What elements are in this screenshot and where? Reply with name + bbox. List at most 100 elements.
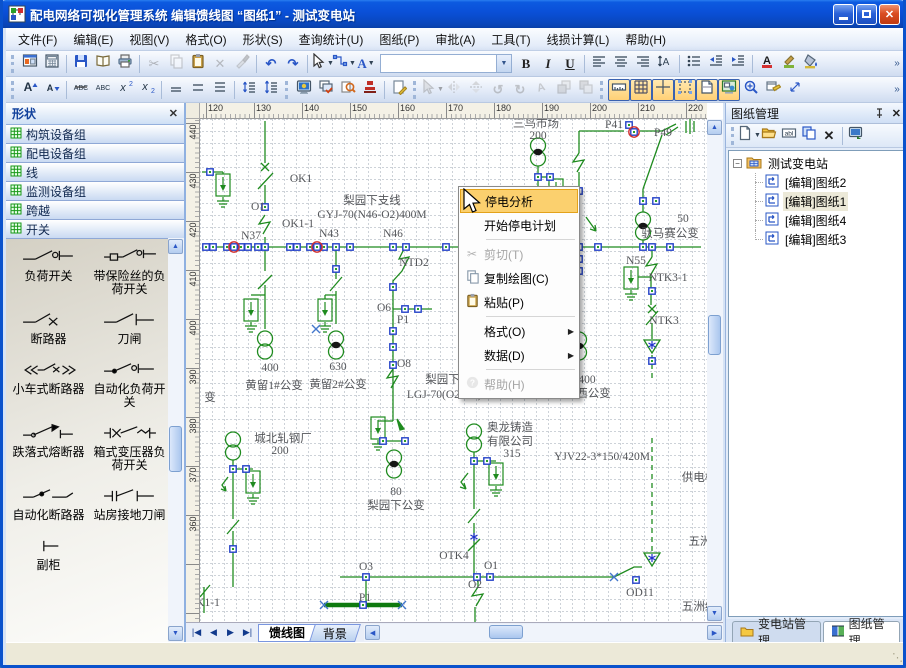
paste-button[interactable] [187,53,209,75]
undo-button[interactable]: ↶ [260,53,282,75]
page-setup-button[interactable] [696,79,718,101]
open-button[interactable] [92,53,114,75]
zoom-button[interactable] [740,79,762,101]
shape-item-sw-dropout-fuse[interactable]: 跌落式熔断器 [8,423,89,472]
toolbar-grip[interactable] [11,55,16,73]
tree-root-substation[interactable]: −测试变电站 [731,154,901,173]
text-tool-button[interactable]: A▼ [355,53,377,75]
rotate-left-button[interactable]: ↺ [487,79,509,101]
ctx-help[interactable]: ?帮助(H) [460,372,578,396]
edit-note-button[interactable] [388,79,410,101]
tab-drawing-manage[interactable]: 图纸管理 [823,621,900,642]
ruler-toggle-button[interactable] [608,79,630,101]
bring-front-button[interactable] [553,79,575,101]
fill-color-button[interactable] [800,53,822,75]
save-button[interactable] [70,53,92,75]
shapes-panel-close-icon[interactable]: ✕ [169,107,178,120]
tree-item-drawing-2[interactable]: [编辑]图纸1 [731,192,901,211]
monitor-view-button[interactable] [293,79,315,101]
flip-vertical-button[interactable] [465,79,487,101]
toolbar-grip[interactable] [413,81,418,99]
shape-item-sw-ground-knife[interactable]: 站房接地刀闸 [89,486,170,522]
canvas-vscrollbar[interactable]: ▲ ▼ [707,119,723,622]
canvas[interactable]: 三鸟市场200P41P49OK1O1OK1-1梨园下支线GYJ-70(N46-O… [200,119,707,622]
shape-group-switch[interactable]: 开关 [6,220,184,239]
shape-group-distribution[interactable]: 配电设备组 [6,144,184,163]
canvas-hscrollbar[interactable]: ◀▶ [364,624,723,641]
send-back-button[interactable] [575,79,597,101]
line-spacing-wide-button[interactable] [209,79,231,101]
menu-drawing[interactable]: 图纸(P) [371,28,427,51]
ctx-data[interactable]: 数据(D)▶ [460,343,578,367]
data-table-button[interactable] [41,53,63,75]
shapes-scroll-thumb[interactable] [169,426,182,472]
toolbar-grip[interactable] [731,127,736,145]
toolbar-grip[interactable] [600,81,605,99]
shape-item-sw-breaker[interactable]: 断路器 [8,310,89,346]
redo-button[interactable]: ↷ [282,53,304,75]
search-drawing-button[interactable] [337,79,359,101]
menu-query-stats[interactable]: 查询统计(U) [291,28,372,51]
shape-item-sw-truck-breaker[interactable]: 小车式断路器 [8,360,89,409]
font-smaller-button[interactable]: A [41,79,63,101]
line-spacing-medium-button[interactable] [187,79,209,101]
copy-drawing-button[interactable] [799,126,819,146]
properties-button[interactable] [762,79,784,101]
tree-collapse-icon[interactable]: − [733,159,742,168]
shape-group-line[interactable]: 线 [6,163,184,182]
shape-item-sw-cabinet[interactable]: 副柜 [8,536,89,572]
canvas-scroll-left-icon[interactable]: ◀ [365,625,380,640]
canvas-hscroll-thumb[interactable] [489,625,523,639]
ctx-cut[interactable]: ✂剪切(T) [460,242,578,266]
space-decrease-button[interactable] [260,79,282,101]
align-left-button[interactable] [588,53,610,75]
new-drawing-button[interactable]: ▼ [739,126,759,146]
outdent-button[interactable] [705,53,727,75]
guides-toggle-button[interactable] [652,79,674,101]
view-drawing-button[interactable] [846,126,866,146]
select-mode-button[interactable] [674,79,696,101]
shape-item-sw-auto-breaker[interactable]: 自动化断路器 [8,486,89,522]
ctx-start-outage-plan[interactable]: 开始停电计划 [460,213,578,237]
restore-button[interactable] [856,4,877,25]
canvas-vscroll-thumb[interactable] [708,315,721,355]
sheet-tab-background[interactable]: 背景 [309,624,361,642]
pin-icon[interactable] [874,108,885,119]
ctx-format[interactable]: 格式(O)▶ [460,319,578,343]
pointer-tool-button[interactable]: ▼ [311,53,333,75]
tab-substation-manage[interactable]: 变电站管理 [732,621,821,642]
connector-points-button[interactable] [784,79,806,101]
indent-button[interactable] [727,53,749,75]
nav-prev-icon[interactable]: ◀ [206,625,221,640]
panels-button[interactable] [19,53,41,75]
shape-group-crossing[interactable]: 跨越 [6,201,184,220]
font-larger-button[interactable]: A [19,79,41,101]
shapes-scrollbar[interactable]: ▲ ▼ [168,238,184,642]
text-rotate-button[interactable]: A [531,79,553,101]
menu-approve[interactable]: 审批(A) [427,28,483,51]
bullets-button[interactable] [683,53,705,75]
menu-file[interactable]: 文件(F) [10,28,65,51]
shapes-scroll-up-icon[interactable]: ▲ [168,239,183,254]
drawing-panel-close-icon[interactable]: ✕ [892,107,901,120]
align-right-button[interactable] [632,53,654,75]
space-increase-button[interactable] [238,79,260,101]
close-button[interactable]: ✕ [879,4,900,25]
toolbar-overflow-icon[interactable]: » [890,53,904,75]
shape-item-sw-load[interactable]: 负荷开关 [8,247,89,296]
flip-horizontal-button[interactable] [443,79,465,101]
text-direction-button[interactable]: A [654,53,676,75]
tree-item-drawing-1[interactable]: [编辑]图纸2 [731,173,901,192]
nav-first-icon[interactable]: |◀ [189,625,204,640]
resize-grip[interactable]: ⋱ [892,651,904,663]
tree-item-drawing-4[interactable]: [编辑]图纸3 [731,230,901,249]
connector-tool-button[interactable]: ▼ [333,53,355,75]
layer-check-button[interactable] [315,79,337,101]
strikethrough-button[interactable]: ABC [70,79,92,101]
cut-button[interactable]: ✂ [143,53,165,75]
menu-format[interactable]: 格式(O) [177,28,234,51]
font-color-button[interactable]: A [756,53,778,75]
toolbar-grip[interactable] [285,81,290,99]
canvas-scroll-right-icon[interactable]: ▶ [707,625,722,640]
canvas-scroll-down-icon[interactable]: ▼ [707,606,722,621]
